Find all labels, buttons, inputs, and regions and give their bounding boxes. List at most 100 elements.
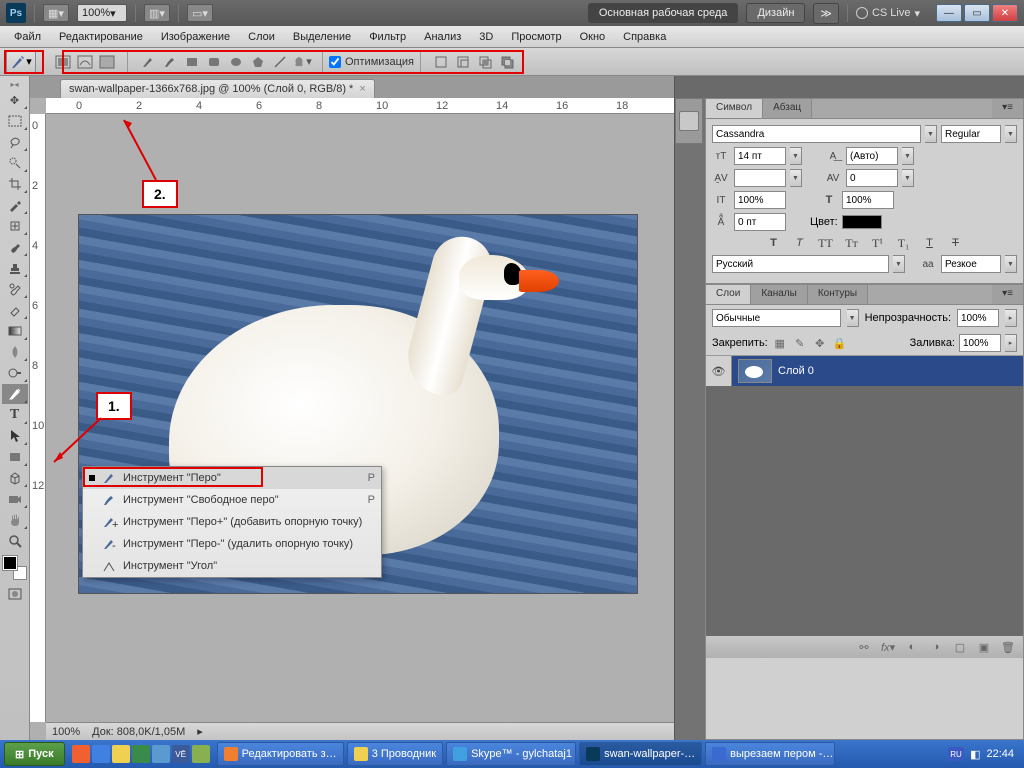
tab-paths[interactable]: Контуры	[808, 285, 868, 304]
canvas[interactable]: 2. 1. Инструмент "Перо"	[46, 114, 674, 722]
baseline-field[interactable]: 0 пт	[734, 213, 786, 231]
3d-tool[interactable]	[2, 468, 28, 488]
layer-fx-icon[interactable]: fx▾	[881, 641, 895, 654]
move-tool[interactable]: ✥	[2, 90, 28, 110]
tab-character[interactable]: Символ	[706, 99, 763, 118]
vscale-field[interactable]: 100%	[734, 191, 786, 209]
language-indicator[interactable]: RU	[948, 747, 964, 761]
zoom-tool[interactable]	[2, 531, 28, 551]
collapsed-panel-icon[interactable]	[675, 98, 703, 144]
lock-position-icon[interactable]: ✥	[812, 336, 828, 350]
opt-pen-icon[interactable]	[138, 53, 158, 71]
opt-rectangle-icon[interactable]	[182, 53, 202, 71]
brush-tool[interactable]	[2, 237, 28, 257]
taskbar-item[interactable]: Редактировать з…	[217, 742, 344, 766]
dodge-tool[interactable]	[2, 363, 28, 383]
subscript-button[interactable]: T₁	[895, 235, 913, 251]
layer-thumbnail[interactable]	[738, 359, 772, 383]
strikethrough-button[interactable]: T	[947, 235, 965, 251]
workspace-design-button[interactable]: Дизайн	[746, 3, 805, 23]
workspace-more-button[interactable]: ≫	[813, 3, 839, 24]
flyout-item-pen[interactable]: Инструмент "Перо" P	[83, 467, 381, 489]
leading-field[interactable]: (Авто)	[846, 147, 898, 165]
font-size-field[interactable]: 14 пт	[734, 147, 786, 165]
healing-tool[interactable]	[2, 216, 28, 236]
pen-tool[interactable]	[2, 384, 28, 404]
menu-window[interactable]: Окно	[572, 29, 614, 45]
arrange-dropdown-icon[interactable]: ▥▾	[144, 4, 170, 22]
superscript-button[interactable]: T¹	[869, 235, 887, 251]
cslive-button[interactable]: CS Live ▾	[856, 7, 920, 20]
path-exclude-icon[interactable]	[497, 53, 517, 71]
ql-icon[interactable]	[112, 745, 130, 763]
color-swatches[interactable]	[3, 556, 27, 580]
menu-edit[interactable]: Редактирование	[51, 29, 151, 45]
opt-line-icon[interactable]	[270, 53, 290, 71]
font-family-field[interactable]: Cassandra	[712, 125, 921, 143]
3d-camera-tool[interactable]	[2, 489, 28, 509]
menu-analysis[interactable]: Анализ	[416, 29, 469, 45]
layers-panel-menu-icon[interactable]: ▾≡	[992, 285, 1023, 304]
opt-freeform-pen-icon[interactable]	[160, 53, 180, 71]
opt-rounded-rect-icon[interactable]	[204, 53, 224, 71]
tray-icon[interactable]: ◧	[970, 748, 980, 761]
antialias-field[interactable]: Резкое	[941, 255, 1001, 273]
ql-icon[interactable]	[92, 745, 110, 763]
menu-filter[interactable]: Фильтр	[361, 29, 414, 45]
menu-3d[interactable]: 3D	[471, 29, 501, 45]
fill-pixels-icon[interactable]	[97, 53, 117, 71]
menu-view[interactable]: Просмотр	[503, 29, 569, 45]
layer-name[interactable]: Слой 0	[778, 365, 814, 377]
minimize-button[interactable]: —	[936, 4, 962, 22]
shape-layers-icon[interactable]	[53, 53, 73, 71]
path-add-icon[interactable]	[431, 53, 451, 71]
opt-custom-shape-icon[interactable]: ▾	[292, 53, 312, 71]
adjustment-layer-icon[interactable]: ◑	[929, 641, 943, 653]
blend-mode-field[interactable]: Обычные	[712, 309, 841, 327]
opt-ellipse-icon[interactable]	[226, 53, 246, 71]
document-tab[interactable]: swan-wallpaper-1366x768.jpg @ 100% (Слой…	[60, 79, 375, 98]
flyout-item-delete-anchor[interactable]: - Инструмент "Перо-" (удалить опорную то…	[83, 533, 381, 555]
eraser-tool[interactable]	[2, 300, 28, 320]
fill-field[interactable]: 100%	[959, 334, 1001, 352]
hscale-field[interactable]: 100%	[842, 191, 894, 209]
close-tab-icon[interactable]: ×	[359, 83, 365, 95]
link-layers-icon[interactable]: ⚯	[857, 641, 871, 654]
text-color-swatch[interactable]	[842, 215, 882, 229]
language-field[interactable]: Русский	[712, 255, 889, 273]
workspace-essentials-button[interactable]: Основная рабочая среда	[588, 3, 739, 23]
stamp-tool[interactable]	[2, 258, 28, 278]
rectangle-tool[interactable]	[2, 447, 28, 467]
smallcaps-button[interactable]: Tᴛ	[843, 235, 861, 251]
eyedropper-tool[interactable]	[2, 195, 28, 215]
flyout-item-freeform-pen[interactable]: Инструмент "Свободное перо" P	[83, 489, 381, 511]
lock-all-icon[interactable]: 🔒	[832, 336, 848, 350]
gradient-tool[interactable]	[2, 321, 28, 341]
maximize-button[interactable]: ▭	[964, 4, 990, 22]
clock[interactable]: 22:44	[986, 748, 1014, 760]
menu-image[interactable]: Изображение	[153, 29, 238, 45]
font-style-field[interactable]: Regular	[941, 125, 1001, 143]
allcaps-button[interactable]: TT	[817, 235, 835, 251]
underline-button[interactable]: T	[921, 235, 939, 251]
ql-icon[interactable]	[192, 745, 210, 763]
type-tool[interactable]: T	[2, 405, 28, 425]
menu-layer[interactable]: Слои	[240, 29, 283, 45]
bridge-dropdown-icon[interactable]: ▦▾	[43, 4, 69, 22]
layer-row[interactable]: 👁 Слой 0	[706, 356, 1023, 386]
layer-mask-icon[interactable]: ◐	[905, 641, 919, 653]
start-button[interactable]: ⊞Пуск	[4, 742, 65, 766]
marquee-tool[interactable]	[2, 111, 28, 131]
lock-transparency-icon[interactable]: ▦	[772, 336, 788, 350]
paths-icon[interactable]	[75, 53, 95, 71]
blur-tool[interactable]	[2, 342, 28, 362]
tracking-field[interactable]: 0	[846, 169, 898, 187]
menu-help[interactable]: Справка	[615, 29, 674, 45]
flyout-item-convert-point[interactable]: Инструмент "Угол"	[83, 555, 381, 577]
close-button[interactable]: ✕	[992, 4, 1018, 22]
menu-select[interactable]: Выделение	[285, 29, 359, 45]
ql-icon[interactable]	[132, 745, 150, 763]
path-selection-tool[interactable]	[2, 426, 28, 446]
menu-file[interactable]: Файл	[6, 29, 49, 45]
active-tool-preset[interactable]: ▾	[6, 51, 36, 73]
